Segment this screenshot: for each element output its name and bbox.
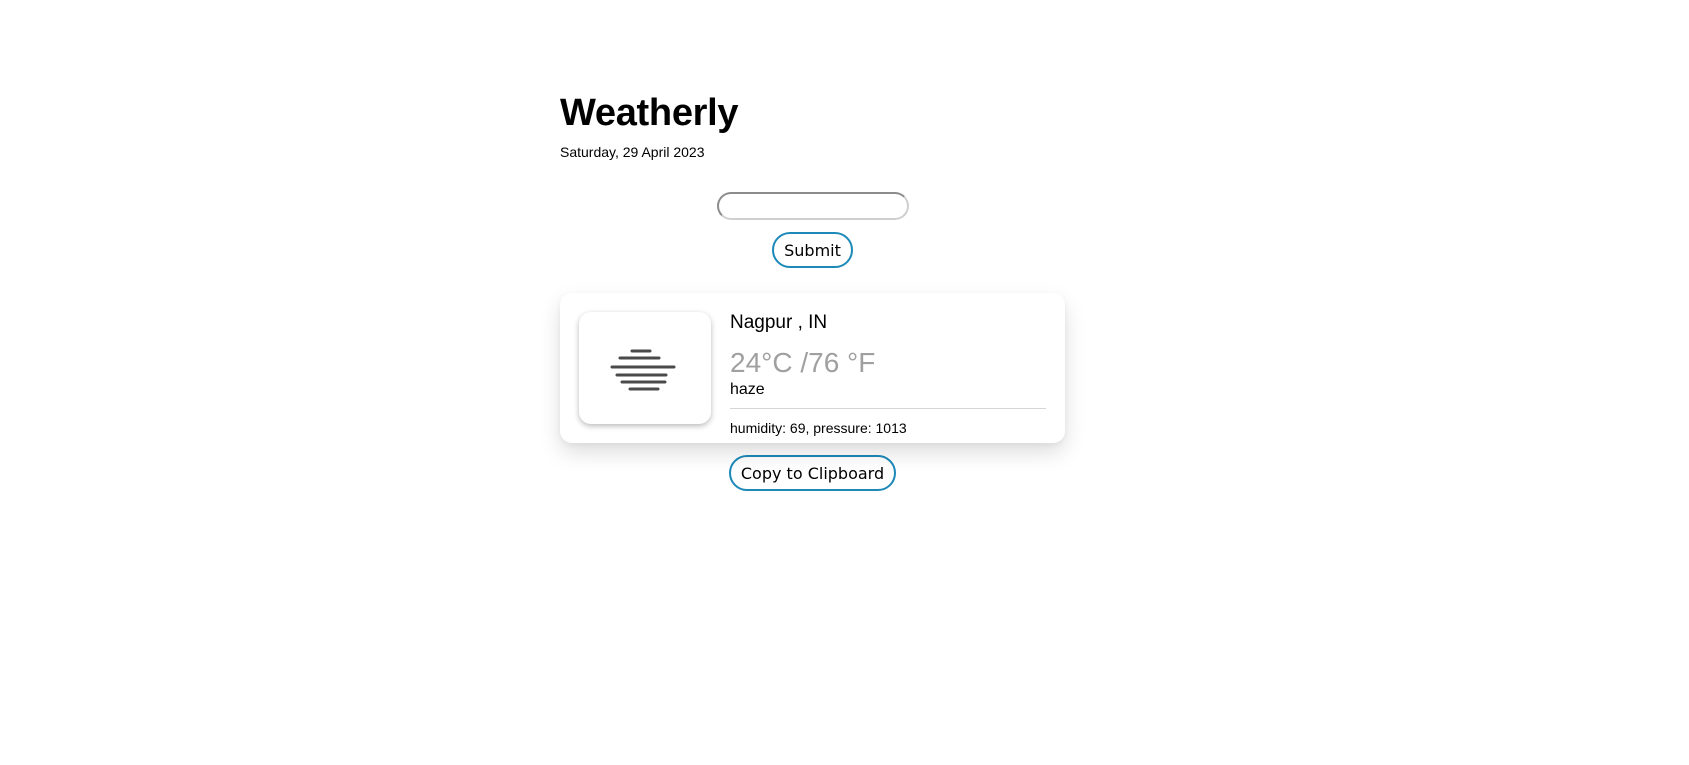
copy-row: Copy to Clipboard — [560, 455, 1065, 491]
search-form: Submit — [560, 192, 1065, 268]
divider — [730, 408, 1046, 409]
weather-description: haze — [730, 381, 765, 398]
weather-info: Nagpur , IN 24°C /76 °F haze humidity: 6… — [730, 312, 1046, 436]
submit-button[interactable]: Submit — [772, 232, 853, 268]
app-title: Weatherly — [560, 92, 739, 134]
city-search-input[interactable] — [716, 192, 909, 220]
weather-card: Nagpur , IN 24°C /76 °F haze humidity: 6… — [560, 293, 1065, 443]
current-date: Saturday, 29 April 2023 — [560, 144, 705, 160]
weather-icon-box — [579, 312, 711, 424]
copy-to-clipboard-button[interactable]: Copy to Clipboard — [728, 455, 897, 491]
location-label: Nagpur , IN — [730, 312, 828, 333]
app-container: Weatherly Saturday, 29 April 2023 Submit… — [560, 90, 1065, 491]
weather-details: humidity: 69, pressure: 1013 — [730, 420, 907, 436]
temperature-value: 24°C /76 °F — [730, 347, 876, 378]
haze-icon — [610, 349, 676, 391]
